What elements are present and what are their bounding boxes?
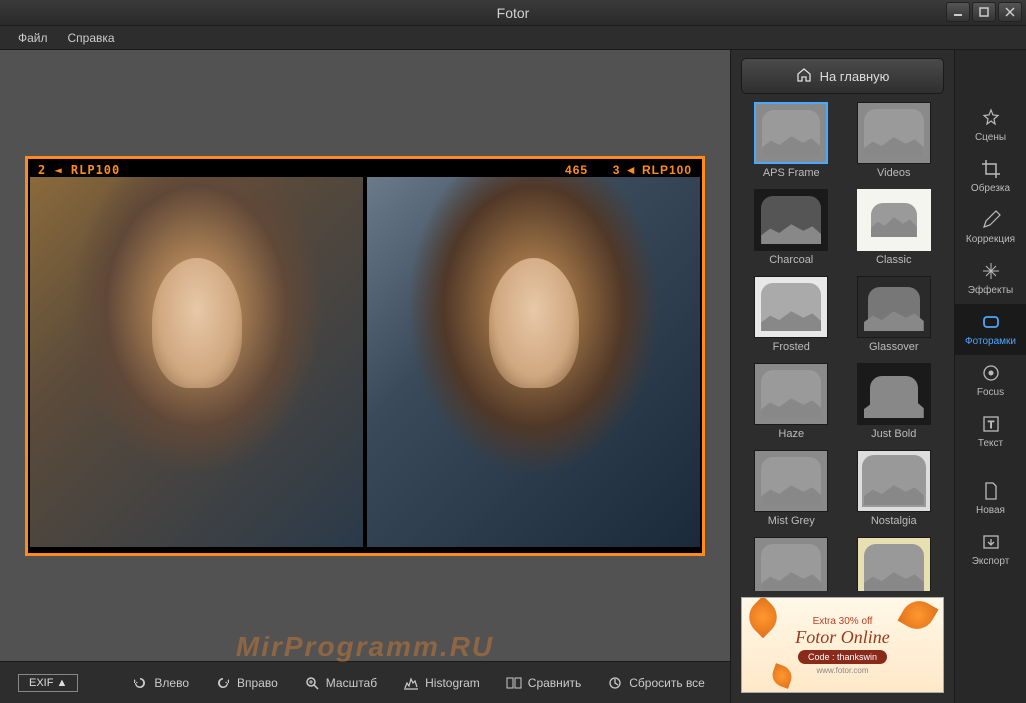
reset-button[interactable]: Сбросить все — [601, 671, 711, 695]
title-bar: Fotor — [0, 0, 1026, 26]
export-icon — [981, 532, 1001, 552]
rotate-right-button[interactable]: Вправо — [209, 671, 284, 695]
crop-icon — [981, 159, 1001, 179]
tool-correction[interactable]: Коррекция — [955, 202, 1026, 253]
tool-effects[interactable]: Эффекты — [955, 253, 1026, 304]
compare-button[interactable]: Сравнить — [500, 671, 587, 695]
frame-charcoal[interactable]: Charcoal — [745, 189, 838, 272]
window-controls — [946, 2, 1022, 22]
photo-edited — [367, 177, 700, 547]
app-title: Fotor — [497, 5, 530, 21]
canvas-area: 2 ◄ RLP100 465 3 ◄ RLP100 EXIF ▲ Влево В… — [0, 50, 730, 703]
text-icon: T — [981, 414, 1001, 434]
tool-export[interactable]: Экспорт — [955, 524, 1026, 575]
scenes-icon — [981, 108, 1001, 128]
frame-frosted[interactable]: Frosted — [745, 276, 838, 359]
tool-text[interactable]: T Текст — [955, 406, 1026, 457]
film-label-left: 2 ◄ RLP100 — [38, 163, 120, 177]
minimize-button[interactable] — [946, 2, 970, 22]
exif-button[interactable]: EXIF ▲ — [18, 674, 78, 692]
tool-frames[interactable]: Фоторамки — [955, 304, 1026, 355]
frame-aps[interactable]: APS Frame — [745, 102, 838, 185]
tool-sidebar: Сцены Обрезка Коррекция Эффекты Фоторамк… — [954, 50, 1026, 703]
home-icon — [796, 67, 812, 86]
ad-extra: Extra 30% off — [813, 616, 873, 627]
zoom-button[interactable]: Масштаб — [298, 671, 383, 695]
frame-videos[interactable]: Videos — [848, 102, 941, 185]
svg-text:T: T — [987, 420, 993, 431]
frame-haze[interactable]: Haze — [745, 363, 838, 446]
tool-new[interactable]: Новая — [955, 473, 1026, 524]
tool-scenes[interactable]: Сцены — [955, 100, 1026, 151]
histogram-icon — [403, 675, 419, 691]
rotate-left-button[interactable]: Влево — [126, 671, 195, 695]
reset-icon — [607, 675, 623, 691]
rotate-left-icon — [132, 675, 148, 691]
canvas-viewport: 2 ◄ RLP100 465 3 ◄ RLP100 — [0, 50, 730, 661]
rotate-right-icon — [215, 675, 231, 691]
frame-just-bold[interactable]: Just Bold — [848, 363, 941, 446]
tool-focus[interactable]: Focus — [955, 355, 1026, 406]
frame-glassover[interactable]: Glassover — [848, 276, 941, 359]
menu-help[interactable]: Справка — [58, 28, 125, 48]
frame-classic[interactable]: Classic — [848, 189, 941, 272]
sparkle-icon — [981, 261, 1001, 281]
compare-icon — [506, 675, 522, 691]
histogram-button[interactable]: Histogram — [397, 671, 486, 695]
ad-code: Code : thankswin — [798, 650, 887, 664]
frame-plain[interactable] — [745, 537, 838, 591]
frame-yellowish[interactable] — [848, 537, 941, 591]
main-area: 2 ◄ RLP100 465 3 ◄ RLP100 EXIF ▲ Влево В… — [0, 50, 1026, 703]
film-label-right: 465 3 ◄ RLP100 — [565, 163, 692, 177]
menu-file[interactable]: Файл — [8, 28, 58, 48]
photo-preview: 2 ◄ RLP100 465 3 ◄ RLP100 — [25, 156, 705, 556]
focus-icon — [981, 363, 1001, 383]
pencil-icon — [981, 210, 1001, 230]
ad-banner[interactable]: Extra 30% off Fotor Online Code : thanks… — [741, 597, 944, 693]
frames-column: На главную APS Frame Videos Charcoal Cla… — [731, 50, 954, 703]
frames-grid[interactable]: APS Frame Videos Charcoal Classic Froste… — [731, 102, 954, 591]
zoom-icon — [304, 675, 320, 691]
home-button[interactable]: На главную — [741, 58, 944, 94]
canvas-toolbar: EXIF ▲ Влево Вправо Масштаб Histogram Ср… — [0, 661, 730, 703]
ad-url: www.fotor.com — [816, 666, 868, 675]
menu-bar: Файл Справка — [0, 26, 1026, 50]
frame-icon — [981, 312, 1001, 332]
right-panel: На главную APS Frame Videos Charcoal Cla… — [730, 50, 1026, 703]
tool-crop[interactable]: Обрезка — [955, 151, 1026, 202]
frame-mist-grey[interactable]: Mist Grey — [745, 450, 838, 533]
document-icon — [981, 481, 1001, 501]
frame-nostalgia[interactable]: Nostalgia — [848, 450, 941, 533]
ad-title: Fotor Online — [795, 627, 890, 648]
close-button[interactable] — [998, 2, 1022, 22]
photo-original — [30, 177, 363, 547]
maximize-button[interactable] — [972, 2, 996, 22]
